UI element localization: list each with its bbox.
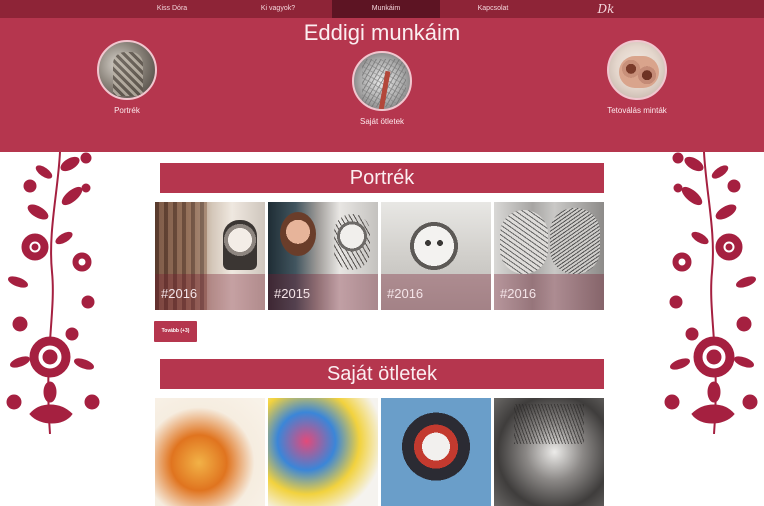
logo-icon[interactable]: Dk (597, 1, 615, 17)
portraits-thumbnail[interactable] (97, 40, 157, 100)
folk-flower-icon (6, 151, 100, 435)
left-folk-ornament (0, 151, 110, 435)
category-tattoo-designs[interactable]: Tetoválás minták (592, 40, 682, 115)
section-heading-portraits: Portrék (160, 163, 604, 193)
nav-item-about[interactable]: Ki vagyok? (242, 0, 314, 18)
category-own-ideas[interactable]: Saját ötletek (342, 51, 422, 126)
right-folk-ornament (654, 151, 764, 435)
nav-item-home[interactable]: Kiss Dóra (136, 0, 208, 18)
portrait-thumb[interactable]: #2016 (494, 202, 604, 310)
thumb-year: #2016 (500, 286, 537, 301)
nav-item-contact[interactable]: Kapcsolat (457, 0, 529, 18)
own-ideas-thumbnail[interactable] (352, 51, 412, 111)
top-nav: Kiss Dóra Ki vagyok? Munkáim Kapcsolat D… (0, 0, 764, 18)
own-idea-thumb[interactable] (268, 398, 378, 506)
portrait-thumb[interactable]: #2016 (381, 202, 491, 310)
more-button[interactable]: Tovább (+3) (154, 321, 197, 342)
thumb-year: #2016 (387, 286, 424, 301)
own-idea-thumb[interactable] (381, 398, 491, 506)
own-idea-thumb[interactable] (494, 398, 604, 506)
portrait-thumb[interactable]: #2015 (268, 202, 378, 310)
own-idea-thumb[interactable] (155, 398, 265, 506)
folk-flower-icon (664, 151, 758, 435)
portrait-thumb[interactable]: #2016 (155, 202, 265, 310)
nav-item-works[interactable]: Munkáim (332, 0, 440, 18)
section-heading-own-ideas: Saját ötletek (160, 359, 604, 389)
tattoo-designs-thumbnail[interactable] (607, 40, 667, 100)
hero-banner: Eddigi munkáim Portrék Saját ötletek Tet… (0, 18, 764, 152)
category-label: Saját ötletek (359, 117, 405, 126)
thumb-year: #2016 (161, 286, 198, 301)
category-label: Portrék (114, 106, 140, 115)
thumb-year: #2015 (274, 286, 311, 301)
category-label: Tetoválás minták (607, 106, 667, 115)
category-portraits[interactable]: Portrék (92, 40, 162, 115)
